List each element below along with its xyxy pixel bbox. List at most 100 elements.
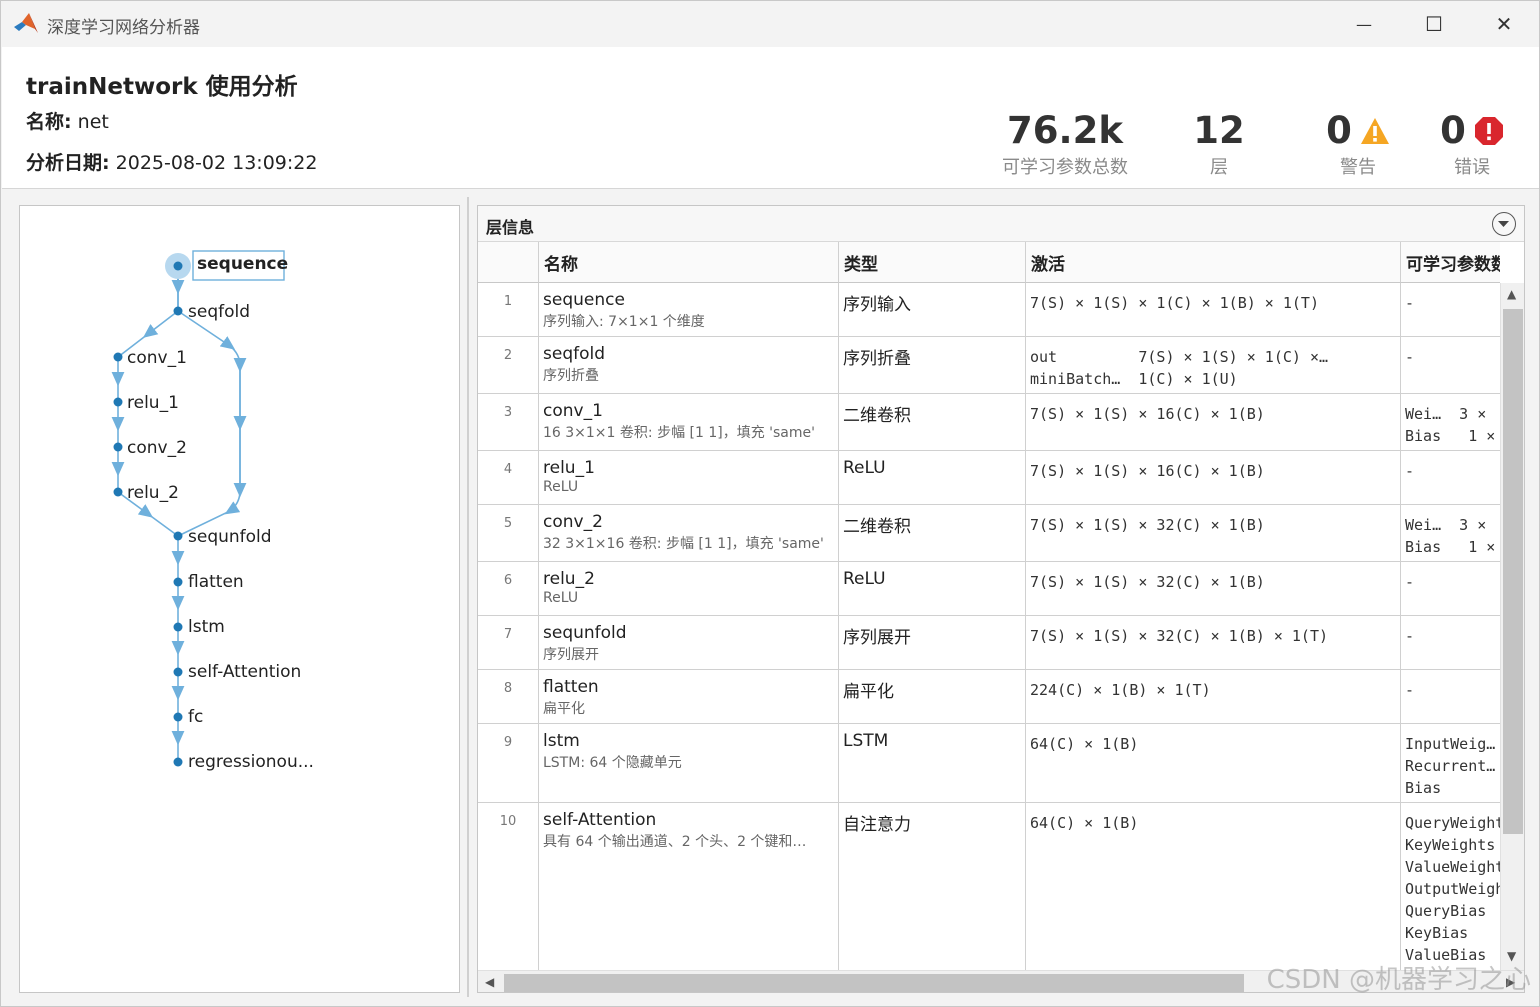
layer-learnables: - bbox=[1405, 348, 1415, 366]
row-index: 6 bbox=[478, 562, 539, 615]
layer-name-cell: flatten 扁平化 bbox=[539, 670, 839, 723]
layer-name: conv_1 bbox=[543, 401, 603, 421]
warning-icon bbox=[1360, 118, 1389, 144]
layer-activation: out 7(S) × 1(S) × 1(C) ×… miniBatch… 1(C… bbox=[1026, 337, 1401, 393]
graph-node-regression[interactable] bbox=[173, 757, 183, 767]
name-value: net bbox=[77, 111, 109, 133]
table-row[interactable]: 4 relu_1 ReLU ReLU 7(S) × 1(S) × 16(C) × 1(B… bbox=[478, 451, 1500, 505]
layer-name: seqfold bbox=[543, 344, 606, 364]
column-header-type[interactable]: 类型 bbox=[839, 242, 1026, 283]
graph-label-self-attention[interactable]: self-Attention bbox=[188, 662, 301, 682]
graph-node-self-attention[interactable] bbox=[173, 667, 183, 677]
table-row[interactable]: 8 flatten 扁平化 扁平化 224(C) × 1(B) × 1(T) - bbox=[478, 670, 1500, 724]
graph-label-lstm[interactable]: lstm bbox=[188, 617, 225, 637]
layer-description: 32 3×1×16 卷积: 步幅 [1 1]，填充 'same' bbox=[543, 536, 824, 552]
column-header-learnables[interactable]: 可学习参数数 bbox=[1401, 242, 1500, 283]
scroll-left-icon[interactable]: ◀ bbox=[485, 975, 494, 989]
table-row[interactable]: 7 sequnfold 序列展开 序列展开 7(S) × 1(S) × 32(C) × … bbox=[478, 616, 1500, 670]
network-graph-panel[interactable]: sequence seqfold conv_1 relu_1 conv_2 re… bbox=[19, 205, 460, 993]
layer-name: self-Attention bbox=[543, 810, 657, 830]
horizontal-scroll-thumb[interactable] bbox=[504, 974, 1244, 992]
close-button[interactable]: ✕ bbox=[1469, 1, 1539, 47]
stat-layers: 12 层 bbox=[1182, 109, 1256, 179]
analysis-header: trainNetwork 使用分析 名称: net 分析日期: 2025-08-… bbox=[2, 47, 1539, 189]
graph-node-sequence[interactable] bbox=[173, 261, 183, 271]
layer-type: 二维卷积 bbox=[839, 394, 1026, 450]
graph-label-conv_1[interactable]: conv_1 bbox=[127, 348, 187, 368]
graph-label-sequnfold[interactable]: sequnfold bbox=[188, 527, 272, 547]
network-name-line: 名称: net bbox=[26, 107, 109, 134]
graph-label-fc[interactable]: fc bbox=[188, 707, 203, 727]
table-row[interactable]: 1 sequence 序列输入: 7×1×1 个维度 序列输入 7(S) × 1(S) … bbox=[478, 283, 1500, 337]
table-row[interactable]: 3 conv_1 16 3×1×1 卷积: 步幅 [1 1]，填充 'same' 二维… bbox=[478, 394, 1500, 451]
layer-activation: 7(S) × 1(S) × 32(C) × 1(B) bbox=[1026, 562, 1401, 615]
graph-node-flatten[interactable] bbox=[173, 577, 183, 587]
scroll-up-icon[interactable]: ▲ bbox=[1507, 287, 1516, 301]
matlab-logo-icon bbox=[14, 13, 38, 33]
vertical-scrollbar[interactable]: ▲ ▼ bbox=[1500, 283, 1524, 970]
date-value: 2025-08-02 13:09:22 bbox=[115, 152, 318, 174]
table-row[interactable]: 9 lstm LSTM: 64 个隐藏单元 LSTM 64(C) × 1(B) Input… bbox=[478, 724, 1500, 803]
stat-warnings-label: 警告 bbox=[1340, 157, 1376, 178]
row-index: 10 bbox=[478, 803, 539, 972]
graph-label-sequence[interactable]: sequence bbox=[197, 254, 288, 274]
graph-node-seqfold[interactable] bbox=[173, 306, 183, 316]
layer-name-cell: conv_1 16 3×1×1 卷积: 步幅 [1 1]，填充 'same' bbox=[539, 394, 839, 450]
graph-label-seqfold[interactable]: seqfold bbox=[188, 302, 250, 322]
graph-label-flatten[interactable]: flatten bbox=[188, 572, 244, 592]
graph-node-relu_2[interactable] bbox=[113, 487, 123, 497]
maximize-button[interactable]: ☐ bbox=[1399, 1, 1469, 47]
layer-learnables: QueryWeights KeyWeights ValueWeights Out… bbox=[1405, 814, 1500, 972]
column-header-name[interactable]: 名称 bbox=[539, 242, 839, 283]
layer-name: lstm bbox=[543, 731, 580, 751]
graph-node-fc[interactable] bbox=[173, 712, 183, 722]
name-label: 名称: bbox=[26, 111, 72, 133]
layer-type: 序列折叠 bbox=[839, 337, 1026, 393]
panel-splitter[interactable] bbox=[467, 197, 469, 997]
table-row[interactable]: 6 relu_2 ReLU ReLU 7(S) × 1(S) × 32(C) × 1(B… bbox=[478, 562, 1500, 616]
stat-errors-label: 错误 bbox=[1454, 157, 1490, 178]
graph-label-relu_2[interactable]: relu_2 bbox=[127, 483, 179, 503]
minimize-button[interactable]: — bbox=[1329, 1, 1399, 47]
table-row[interactable]: 2 seqfold 序列折叠 序列折叠 out 7(S) × 1(S) × 1(C) ×… bbox=[478, 337, 1500, 394]
panel-title: 层信息 bbox=[486, 218, 535, 237]
layer-name-cell: relu_2 ReLU bbox=[539, 562, 839, 615]
layer-description: 序列展开 bbox=[543, 647, 599, 663]
layer-learnables: - bbox=[1405, 681, 1415, 699]
row-index: 8 bbox=[478, 670, 539, 723]
layer-activation: 7(S) × 1(S) × 32(C) × 1(B) × 1(T) bbox=[1026, 616, 1401, 669]
graph-node-relu_1[interactable] bbox=[113, 397, 123, 407]
layer-name-cell: relu_1 ReLU bbox=[539, 451, 839, 504]
layer-learnables: - bbox=[1405, 573, 1415, 591]
layer-info-panel: 层信息 名称 类型 激活 可学习参数数 1 sequence 序列输入: 7×1×1… bbox=[477, 205, 1525, 993]
page-title: trainNetwork 使用分析 bbox=[26, 74, 298, 100]
row-index: 1 bbox=[478, 283, 539, 336]
column-header-index[interactable] bbox=[478, 242, 539, 283]
window-title: 深度学习网络分析器 bbox=[47, 18, 200, 38]
stat-warnings[interactable]: 0 警告 bbox=[1318, 109, 1398, 179]
graph-node-conv_2[interactable] bbox=[113, 442, 123, 452]
graph-node-sequnfold[interactable] bbox=[173, 531, 183, 541]
layer-type: 扁平化 bbox=[839, 670, 1026, 723]
panel-menu-button[interactable] bbox=[1492, 212, 1516, 236]
layer-description: 扁平化 bbox=[543, 701, 585, 717]
layer-description: 具有 64 个输出通道、2 个头、2 个键和… bbox=[543, 834, 807, 850]
table-row[interactable]: 5 conv_2 32 3×1×16 卷积: 步幅 [1 1]，填充 'same' 二… bbox=[478, 505, 1500, 562]
graph-node-lstm[interactable] bbox=[173, 622, 183, 632]
layer-name-cell: lstm LSTM: 64 个隐藏单元 bbox=[539, 724, 839, 802]
graph-label-regression[interactable]: regressionou... bbox=[188, 752, 314, 772]
layer-activation: 64(C) × 1(B) bbox=[1026, 803, 1401, 972]
graph-label-relu_1[interactable]: relu_1 bbox=[127, 393, 179, 413]
vertical-scroll-thumb[interactable] bbox=[1503, 309, 1523, 834]
graph-node-conv_1[interactable] bbox=[113, 352, 123, 362]
layer-name: relu_1 bbox=[543, 458, 595, 478]
graph-edges bbox=[111, 266, 247, 762]
graph-label-conv_2[interactable]: conv_2 bbox=[127, 438, 187, 458]
stat-errors[interactable]: 0 错误 bbox=[1432, 109, 1512, 179]
minimize-icon: — bbox=[1356, 14, 1372, 34]
row-index: 7 bbox=[478, 616, 539, 669]
column-header-activation[interactable]: 激活 bbox=[1026, 242, 1401, 283]
table-row[interactable]: 10 self-Attention 具有 64 个输出通道、2 个头、2 个键和… 自… bbox=[478, 803, 1500, 973]
stat-errors-value: 0 bbox=[1440, 109, 1466, 152]
layer-name-cell: seqfold 序列折叠 bbox=[539, 337, 839, 393]
